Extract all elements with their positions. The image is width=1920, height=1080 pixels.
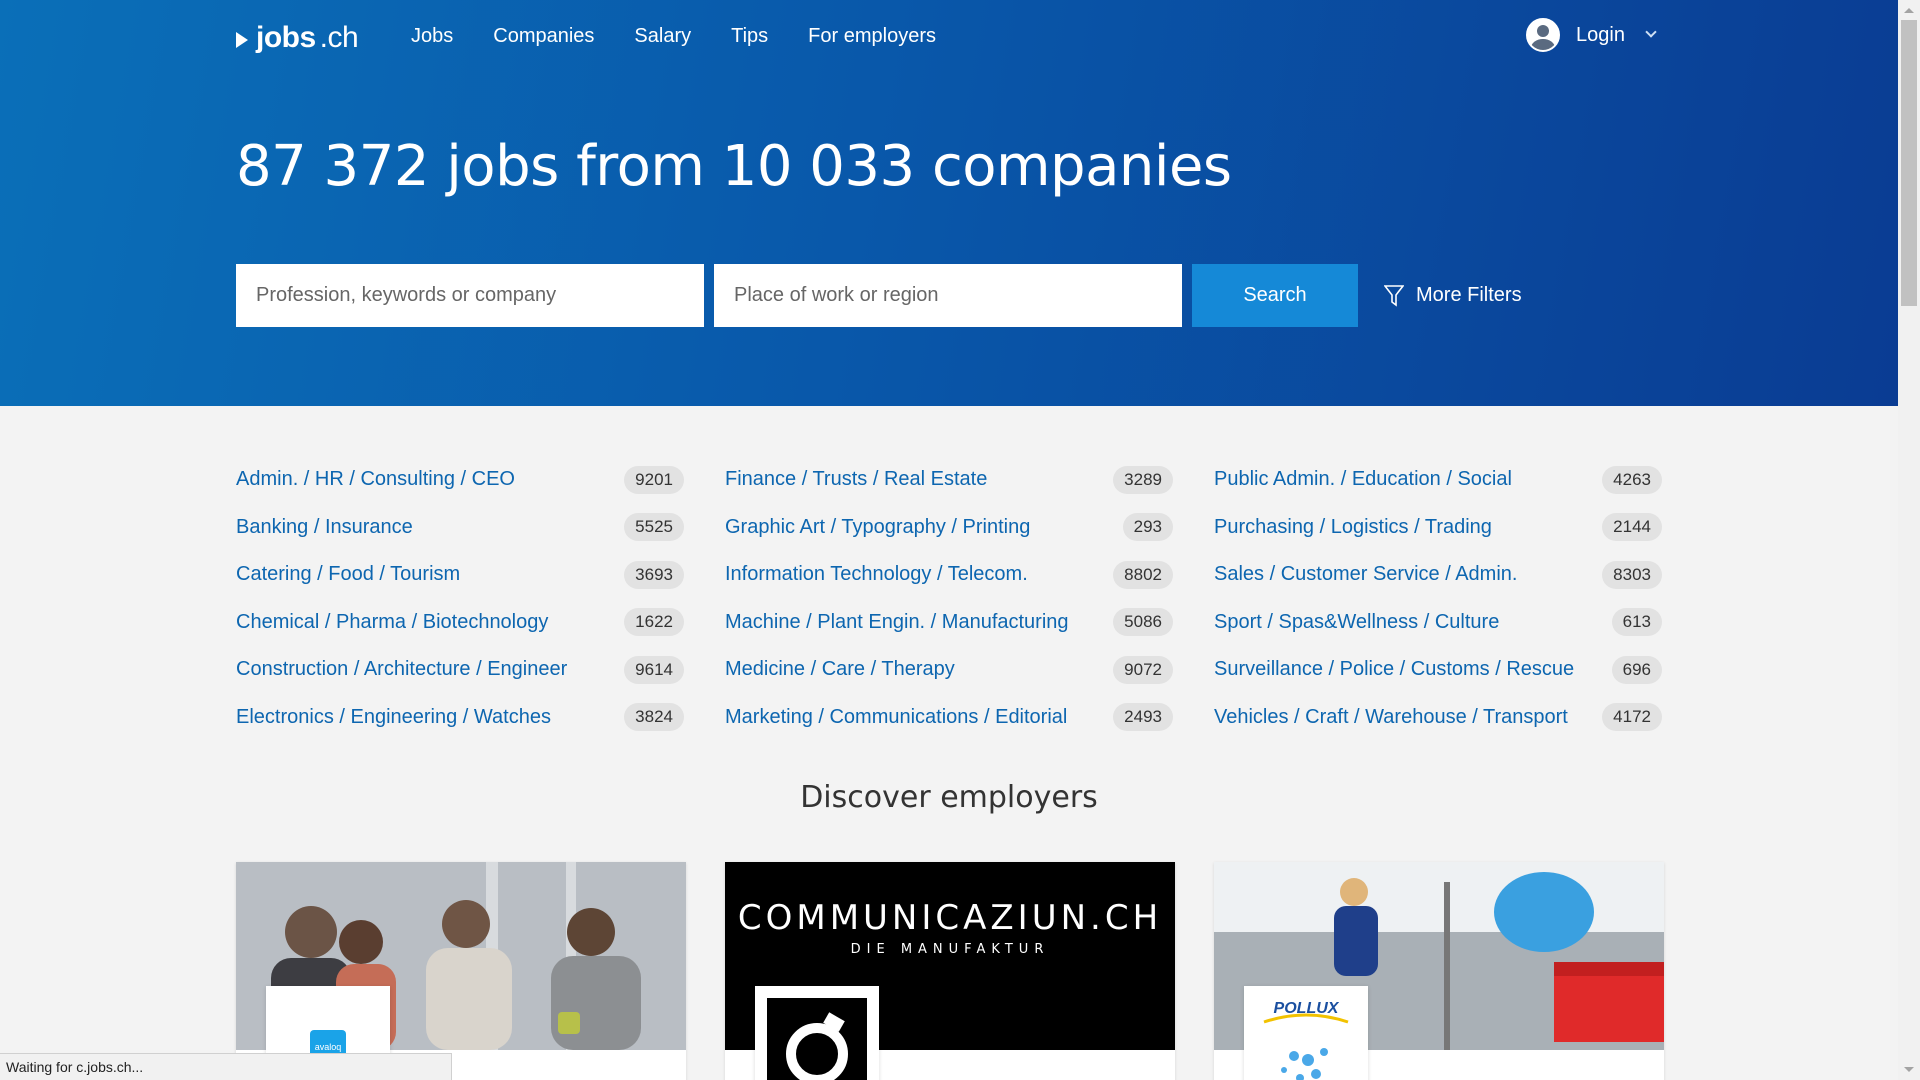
category-count-badge: 9201 (624, 465, 684, 494)
category-column-1: Admin. / HR / Consulting / CEO 9201 Banki… (236, 456, 684, 741)
category-count-badge: 1622 (624, 608, 684, 637)
filter-icon (1384, 284, 1404, 307)
employer-card[interactable]: POLLUX (1214, 862, 1664, 1080)
category-item[interactable]: Purchasing / Logistics / Trading 2144 (1214, 504, 1662, 552)
jobs-ch-logo[interactable]: jobs .ch (236, 20, 359, 56)
category-count-badge: 696 (1611, 655, 1662, 684)
category-name[interactable]: Public Admin. / Education / Social (1214, 468, 1512, 491)
nav-companies[interactable]: Companies (493, 22, 594, 50)
category-count-badge: 613 (1611, 608, 1662, 637)
category-item[interactable]: Catering / Food / Tourism 3693 (236, 551, 684, 599)
vertical-scrollbar[interactable] (1898, 0, 1920, 1080)
category-name[interactable]: Marketing / Communications / Editorial (725, 706, 1067, 729)
nav-tips[interactable]: Tips (731, 22, 768, 50)
nav-for-employers[interactable]: For employers (808, 22, 936, 50)
communicaziun-logo-icon (767, 998, 867, 1080)
category-count-badge: 4263 (1602, 465, 1662, 494)
category-name[interactable]: Sport / Spas&Wellness / Culture (1214, 611, 1499, 634)
category-item[interactable]: Public Admin. / Education / Social 4263 (1214, 456, 1662, 504)
category-count-badge: 4172 (1602, 703, 1662, 732)
category-column-2: Finance / Trusts / Real Estate 3289 Graph… (725, 456, 1173, 741)
bubbles-icon (1263, 1013, 1349, 1080)
chevron-down-icon (1645, 26, 1657, 38)
category-name[interactable]: Medicine / Care / Therapy (725, 658, 955, 681)
category-item[interactable]: Chemical / Pharma / Biotechnology 1622 (236, 599, 684, 647)
category-count-badge: 8303 (1602, 560, 1662, 589)
category-name[interactable]: Surveillance / Police / Customs / Rescue (1214, 658, 1574, 681)
category-name[interactable]: Chemical / Pharma / Biotechnology (236, 611, 548, 634)
category-count-badge: 5086 (1113, 608, 1173, 637)
category-count-badge: 8802 (1113, 560, 1173, 589)
browser-status-bar: Waiting for c.jobs.ch... (0, 1053, 452, 1080)
category-item[interactable]: Electronics / Engineering / Watches 3824 (236, 694, 684, 742)
main-nav: Jobs Companies Salary Tips For employers (411, 22, 976, 50)
login-label: Login (1576, 23, 1625, 46)
category-name[interactable]: Purchasing / Logistics / Trading (1214, 516, 1492, 539)
category-name[interactable]: Sales / Customer Service / Admin. (1214, 563, 1517, 586)
scroll-down-arrow-icon[interactable] (1904, 1067, 1914, 1072)
category-item[interactable]: Machine / Plant Engin. / Manufacturing 50… (725, 599, 1173, 647)
category-name[interactable]: Electronics / Engineering / Watches (236, 706, 551, 729)
employer-cards: avaloq COMMUNICAZIUN.CH DIE MANUFAKTUR P… (236, 862, 1664, 1080)
keyword-search-input[interactable] (236, 264, 704, 327)
category-name[interactable]: Construction / Architecture / Engineer (236, 658, 567, 681)
category-count-badge: 9614 (624, 655, 684, 684)
discover-employers-heading: Discover employers (800, 780, 1098, 815)
category-item[interactable]: Sales / Customer Service / Admin. 8303 (1214, 551, 1662, 599)
category-count-badge: 3824 (624, 703, 684, 732)
category-count-badge: 5525 (624, 513, 684, 542)
page-headline: 87 372 jobs from 10 033 companies (236, 134, 1232, 199)
employer-logo: POLLUX (1244, 986, 1368, 1080)
search-bar: Search More Filters (236, 264, 1522, 327)
category-item[interactable]: Marketing / Communications / Editorial 24… (725, 694, 1173, 742)
category-item[interactable]: Sport / Spas&Wellness / Culture 613 (1214, 599, 1662, 647)
location-search-input[interactable] (714, 264, 1182, 327)
employer-card[interactable]: avaloq (236, 862, 686, 1080)
category-name[interactable]: Admin. / HR / Consulting / CEO (236, 468, 515, 491)
category-list: Admin. / HR / Consulting / CEO 9201 Banki… (236, 456, 1664, 741)
page: jobs .ch Jobs Companies Salary Tips For e… (0, 0, 1898, 1080)
nav-salary[interactable]: Salary (634, 22, 691, 50)
employer-card[interactable]: COMMUNICAZIUN.CH DIE MANUFAKTUR (725, 862, 1175, 1080)
category-count-badge: 3289 (1113, 465, 1173, 494)
nav-jobs[interactable]: Jobs (411, 22, 453, 50)
more-filters-label: More Filters (1416, 284, 1522, 306)
category-name[interactable]: Graphic Art / Typography / Printing (725, 516, 1030, 539)
login-menu[interactable]: Login (1526, 18, 1657, 52)
user-avatar-icon (1526, 18, 1560, 52)
category-item[interactable]: Information Technology / Telecom. 8802 (725, 551, 1173, 599)
category-item[interactable]: Finance / Trusts / Real Estate 3289 (725, 456, 1173, 504)
logo-tld: .ch (319, 21, 359, 54)
search-button[interactable]: Search (1192, 264, 1358, 327)
category-count-badge: 9072 (1113, 655, 1173, 684)
category-item[interactable]: Construction / Architecture / Engineer 96… (236, 646, 684, 694)
category-item[interactable]: Vehicles / Craft / Warehouse / Transport… (1214, 694, 1662, 742)
hero: jobs .ch Jobs Companies Salary Tips For e… (0, 0, 1898, 406)
scrollbar-thumb[interactable] (1901, 20, 1917, 306)
logo-brand: jobs (256, 21, 316, 54)
scroll-up-arrow-icon[interactable] (1904, 8, 1914, 13)
category-item[interactable]: Medicine / Care / Therapy 9072 (725, 646, 1173, 694)
more-filters-button[interactable]: More Filters (1384, 284, 1522, 307)
category-name[interactable]: Information Technology / Telecom. (725, 563, 1028, 586)
category-name[interactable]: Finance / Trusts / Real Estate (725, 468, 987, 491)
category-item[interactable]: Surveillance / Police / Customs / Rescue… (1214, 646, 1662, 694)
employer-banner-subtitle: DIE MANUFAKTUR (850, 942, 1050, 957)
category-item[interactable]: Graphic Art / Typography / Printing 293 (725, 504, 1173, 552)
category-item[interactable]: Admin. / HR / Consulting / CEO 9201 (236, 456, 684, 504)
category-column-3: Public Admin. / Education / Social 4263 P… (1214, 456, 1662, 741)
category-name[interactable]: Banking / Insurance (236, 516, 413, 539)
category-count-badge: 293 (1122, 513, 1173, 542)
category-count-badge: 2144 (1602, 513, 1662, 542)
category-name[interactable]: Machine / Plant Engin. / Manufacturing (725, 611, 1069, 634)
category-count-badge: 2493 (1113, 703, 1173, 732)
play-icon (236, 32, 248, 48)
category-count-badge: 3693 (624, 560, 684, 589)
category-name[interactable]: Catering / Food / Tourism (236, 563, 460, 586)
employer-banner-title: COMMUNICAZIUN.CH (737, 898, 1163, 938)
category-name[interactable]: Vehicles / Craft / Warehouse / Transport (1214, 706, 1568, 729)
category-item[interactable]: Banking / Insurance 5525 (236, 504, 684, 552)
employer-logo (755, 986, 879, 1080)
